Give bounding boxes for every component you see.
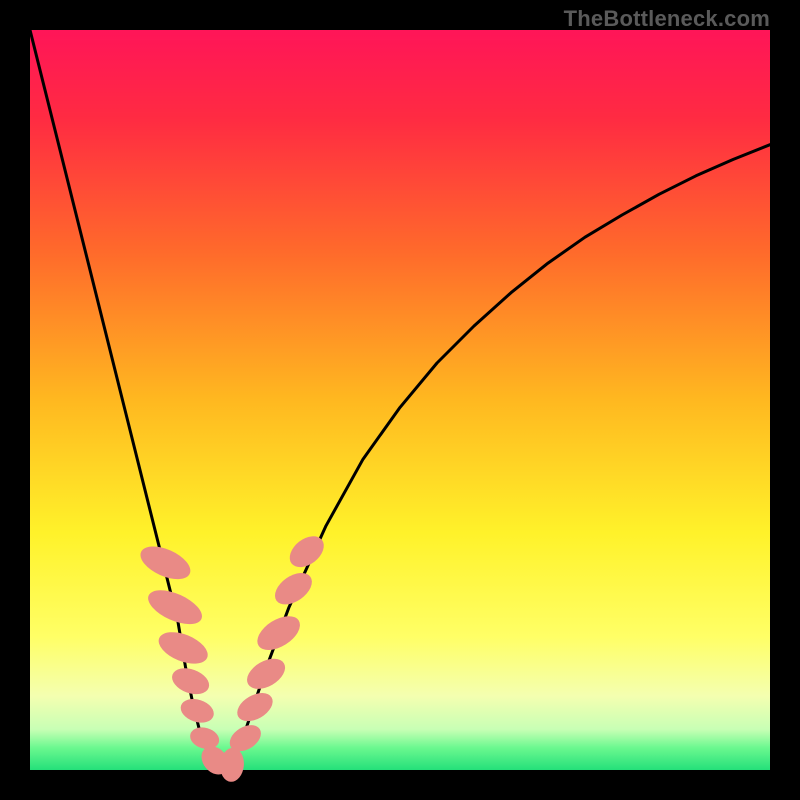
series-right-curve bbox=[222, 145, 770, 770]
marker-pill bbox=[269, 567, 317, 611]
marker-pill bbox=[251, 609, 305, 657]
chart-curves bbox=[30, 30, 770, 770]
marker-pill bbox=[136, 540, 196, 586]
marker-pill bbox=[242, 653, 290, 696]
marker-pill bbox=[143, 583, 207, 631]
marker-pill bbox=[154, 626, 212, 670]
plot-area bbox=[30, 30, 770, 770]
marker-pill bbox=[232, 687, 277, 727]
chart-frame: TheBottleneck.com bbox=[0, 0, 800, 800]
watermark-text: TheBottleneck.com bbox=[564, 6, 770, 32]
marker-pill bbox=[178, 695, 217, 727]
